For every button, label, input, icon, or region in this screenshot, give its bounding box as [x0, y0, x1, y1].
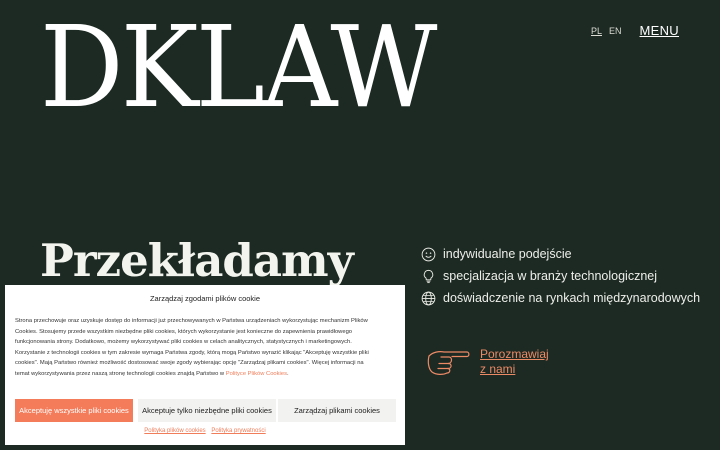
privacy-policy-link[interactable]: Polityka prywatności: [211, 428, 265, 434]
feature-item: specjalizacja w branży technologicznej: [421, 265, 700, 287]
hero-headline: Przekładamy: [40, 234, 354, 287]
globe-icon: [421, 291, 436, 305]
feature-text: indywidualne podejście: [443, 247, 572, 261]
contact-link[interactable]: Porozmawiaj z nami: [480, 347, 552, 377]
feature-text: doświadczenie na rynkach międzynarodowyc…: [443, 291, 701, 305]
cookies-policy-link[interactable]: Polityka plików cookies: [144, 428, 205, 434]
accept-all-cookies-button[interactable]: Akceptuję wszystkie pliki cookies: [15, 399, 133, 422]
menu-button[interactable]: MENU: [640, 23, 679, 38]
smile-icon: [421, 247, 436, 261]
cookie-consent-dialog: Zarządzaj zgodami plików cookie Strona p…: [5, 285, 405, 445]
feature-text: specjalizacja w branży technologicznej: [443, 269, 658, 283]
top-navigation: PL EN MENU: [591, 23, 679, 38]
cookie-policy-inline-link[interactable]: Polityce Plików Cookies: [226, 371, 287, 377]
cookie-body-text: Strona przechowuje oraz uzyskuje dostęp …: [15, 318, 369, 377]
features-list: indywidualne podejście specjalizacja w b…: [421, 243, 700, 309]
pointing-hand-icon: [427, 351, 470, 375]
lightbulb-icon: [423, 269, 434, 283]
language-en-link[interactable]: EN: [609, 26, 622, 36]
accept-necessary-cookies-button[interactable]: Akceptuje tylko niezbędne pliki cookies: [138, 399, 276, 422]
language-pl-link[interactable]: PL: [591, 26, 602, 36]
contact-link-line2: z nami: [480, 362, 516, 376]
cookie-body-end: .: [286, 370, 289, 377]
feature-item: indywidualne podejście: [421, 243, 700, 265]
feature-item: doświadczenie na rynkach międzynarodowyc…: [421, 287, 700, 309]
manage-cookies-button[interactable]: Zarządzaj plikami cookies: [278, 399, 396, 422]
cookie-dialog-body: Strona przechowuje oraz uzyskuje dostęp …: [15, 316, 377, 380]
contact-cta[interactable]: Porozmawiaj z nami: [427, 347, 552, 377]
contact-link-line1: Porozmawiaj: [480, 347, 549, 361]
cookie-dialog-title: Zarządzaj zgodami plików cookie: [149, 294, 261, 303]
cookie-footer-links: Polityka plików cookies Polityka prywatn…: [5, 428, 405, 434]
brand-logo[interactable]: DKLAW: [40, 8, 437, 128]
